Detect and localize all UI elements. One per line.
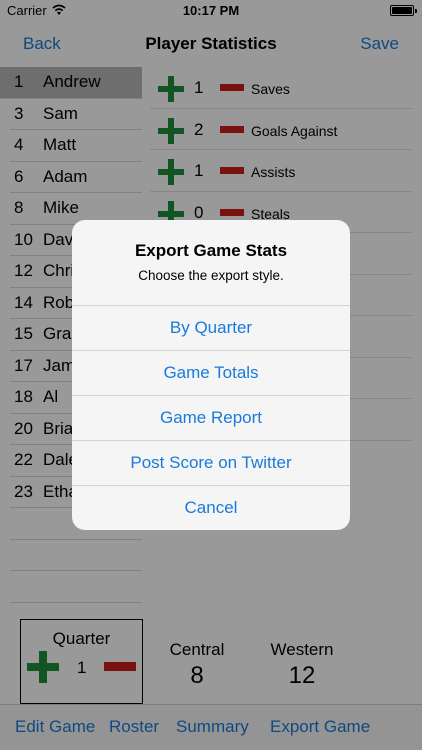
cancel-button[interactable]: Cancel	[72, 485, 350, 530]
post-twitter-button[interactable]: Post Score on Twitter	[72, 440, 350, 485]
game-totals-button[interactable]: Game Totals	[72, 350, 350, 395]
alert-message: Choose the export style.	[138, 268, 284, 283]
alert-title: Export Game Stats	[134, 241, 288, 260]
by-quarter-button[interactable]: By Quarter	[72, 305, 350, 350]
game-report-button[interactable]: Game Report	[72, 395, 350, 440]
export-alert: Export Game Stats Choose the export styl…	[72, 220, 350, 530]
